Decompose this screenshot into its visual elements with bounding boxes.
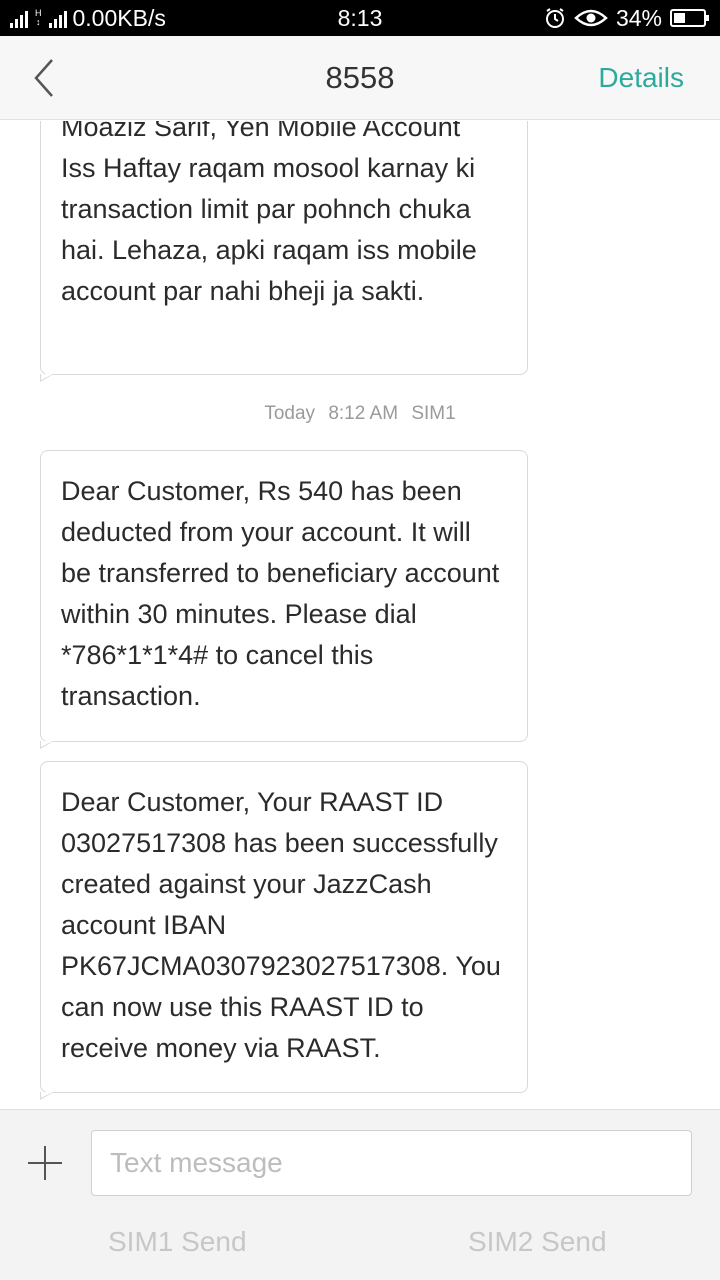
- timestamp-time: 8:12 AM: [328, 403, 399, 424]
- battery-icon: [670, 9, 709, 27]
- plus-icon[interactable]: [26, 1144, 64, 1182]
- timestamp-sim: SIM1: [411, 403, 456, 424]
- sim1-send-button[interactable]: SIM1 Send: [108, 1220, 247, 1264]
- message-timestamp: Today 8:12 AM SIM1: [0, 403, 720, 425]
- details-button[interactable]: Details: [598, 36, 684, 120]
- eye-icon: [574, 9, 608, 27]
- message-bubble[interactable]: Dear Customer, Your RAAST ID 03027517308…: [40, 761, 528, 1100]
- sim2-send-button[interactable]: SIM2 Send: [468, 1220, 607, 1264]
- message-list[interactable]: Moaziz Sarif, Yen Mobile Account Iss Haf…: [0, 121, 720, 1109]
- status-bar: H ↕ 0.00KB/s 8:13 34%: [0, 0, 720, 36]
- message-text: Iss Haftay raqam mosool karnay ki transa…: [61, 153, 477, 306]
- alarm-icon: [545, 8, 564, 28]
- composer: SIM1 Send SIM2 Send: [0, 1109, 720, 1280]
- conversation-header: 8558 Details: [0, 36, 720, 120]
- message-text: Dear Customer, Rs 540 has been deducted …: [61, 476, 500, 711]
- battery-percent: 34%: [615, 4, 662, 31]
- message-text: Dear Customer, Your RAAST ID 03027517308…: [61, 787, 501, 1063]
- message-bubble[interactable]: Moaziz Sarif, Yen Mobile Account Iss Haf…: [40, 121, 528, 382]
- message-input[interactable]: [91, 1130, 692, 1196]
- status-right: 34%: [544, 0, 710, 36]
- timestamp-day: Today: [264, 403, 316, 424]
- message-partial-line: Moaziz Sarif, Yen Mobile Account: [61, 121, 461, 142]
- message-bubble[interactable]: Dear Customer, Rs 540 has been deducted …: [40, 450, 528, 749]
